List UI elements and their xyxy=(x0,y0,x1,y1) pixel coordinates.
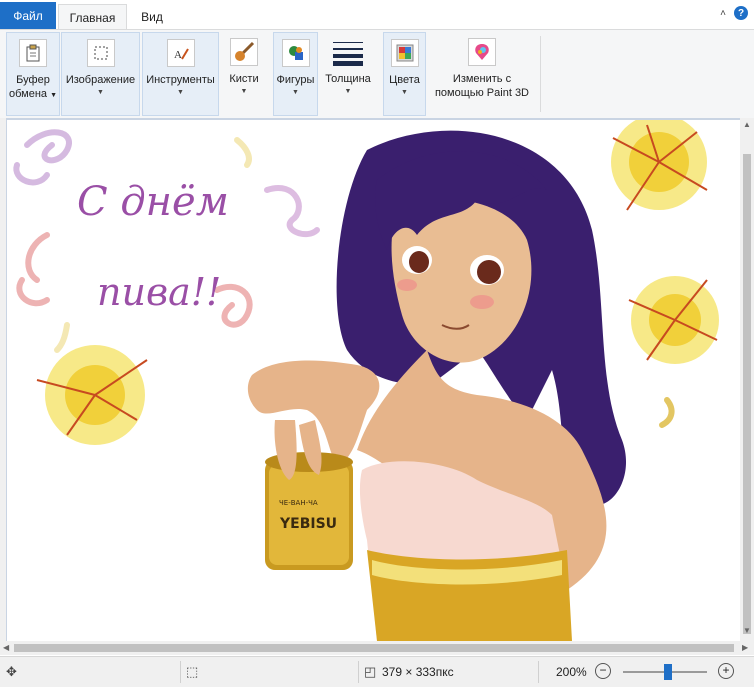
tools-group[interactable]: A Инструменты ▼ xyxy=(142,32,219,116)
tab-home[interactable]: Главная xyxy=(58,4,127,31)
chevron-down-icon: ▼ xyxy=(177,89,184,96)
image-group[interactable]: Изображение ▼ xyxy=(61,32,140,116)
chevron-down-icon: ▼ xyxy=(97,89,104,96)
chevron-down-icon: ▼ xyxy=(50,92,58,99)
tools-label: Инструменты xyxy=(146,74,215,86)
greeting-line1: С днём xyxy=(77,179,229,225)
image-size-icon: ◰ xyxy=(364,664,377,679)
chevron-down-icon: ▼ xyxy=(292,89,299,96)
clipboard-label: Буфер обмена ▼ xyxy=(8,74,58,100)
brushes-group[interactable]: Кисти ▼ xyxy=(222,32,266,116)
line-thickness-icon xyxy=(333,38,363,68)
scroll-down-icon[interactable]: ▼ xyxy=(743,626,751,635)
select-icon xyxy=(86,39,115,67)
status-divider xyxy=(180,661,181,683)
clipboard-group[interactable]: Буфер обмена ▼ xyxy=(6,32,60,116)
drawing-canvas[interactable]: С днём пива!! YEBISU ЧЕ-ВАН-ЧА xyxy=(7,120,740,641)
brush-icon xyxy=(230,38,258,66)
status-divider xyxy=(358,661,359,683)
tab-file[interactable]: Файл xyxy=(0,2,56,30)
colors-label: Цвета xyxy=(389,74,420,86)
status-bar: ✥ ⬚ ◰ 379 × 333пкс 200% − + xyxy=(0,656,754,687)
paint3d-icon xyxy=(468,38,496,66)
horizontal-scrollbar[interactable]: ◀ ▶ xyxy=(0,641,754,655)
zoom-in-icon[interactable]: + xyxy=(718,663,734,679)
vertical-scrollbar[interactable]: ▲ ▼ xyxy=(740,118,754,641)
chevron-down-icon: ▼ xyxy=(240,88,248,95)
size-label: Толщина xyxy=(325,73,371,85)
firework-top-right xyxy=(611,120,708,211)
paint3d-group[interactable]: Изменить с помощью Paint 3D xyxy=(430,32,534,116)
status-divider xyxy=(538,661,539,683)
scroll-left-icon[interactable]: ◀ xyxy=(3,643,9,652)
cursor-position-icon: ✥ xyxy=(6,664,17,679)
scroll-right-icon[interactable]: ▶ xyxy=(742,643,748,652)
can-subtext: ЧЕ-ВАН-ЧА xyxy=(279,499,318,507)
text-tool-icon: A xyxy=(166,39,195,67)
can-brand-text: YEBISU xyxy=(279,516,337,532)
tab-view[interactable]: Вид xyxy=(132,4,172,30)
image-label: Изображение xyxy=(65,74,136,86)
shapes-group[interactable]: Фигуры ▼ xyxy=(273,32,318,116)
selection-size-icon: ⬚ xyxy=(186,664,199,679)
image-dimensions: 379 × 333пкс xyxy=(382,665,454,679)
scroll-up-icon[interactable]: ▲ xyxy=(743,120,751,129)
firework-left xyxy=(36,345,148,445)
zoom-slider-thumb[interactable] xyxy=(664,664,672,680)
clipboard-icon xyxy=(19,39,47,67)
left-edge xyxy=(0,118,6,641)
zoom-out-icon[interactable]: − xyxy=(595,663,611,679)
size-group[interactable]: Толщина ▼ xyxy=(322,32,374,116)
color-palette-icon xyxy=(390,39,419,67)
artwork: С днём пива!! YEBISU ЧЕ-ВАН-ЧА xyxy=(13,120,719,641)
help-icon[interactable]: ? xyxy=(734,6,748,20)
brushes-label: Кисти xyxy=(229,73,259,85)
colors-group[interactable]: Цвета ▼ xyxy=(383,32,426,116)
greeting-line2: пива!! xyxy=(97,270,221,314)
ribbon-tabs: Файл Главная Вид ˄ ? xyxy=(0,0,754,31)
shapes-label: Фигуры xyxy=(276,74,315,86)
zoom-level: 200% xyxy=(556,665,587,679)
svg-text:A: A xyxy=(174,49,182,61)
chevron-down-icon: ▼ xyxy=(344,88,352,95)
chevron-up-icon[interactable]: ˄ xyxy=(720,8,726,19)
shapes-icon xyxy=(281,39,310,67)
chevron-down-icon: ▼ xyxy=(401,89,408,96)
horizontal-scroll-thumb[interactable] xyxy=(14,644,734,652)
ribbon: Буфер обмена ▼ Изображение ▼ A Инструмен… xyxy=(0,29,754,119)
window-controls: ˄ ? xyxy=(720,6,748,20)
vertical-scroll-thumb[interactable] xyxy=(743,154,751,634)
paint3d-label: Изменить с помощью Paint 3D xyxy=(434,73,530,99)
ribbon-divider xyxy=(540,36,541,112)
firework-right xyxy=(628,276,719,364)
